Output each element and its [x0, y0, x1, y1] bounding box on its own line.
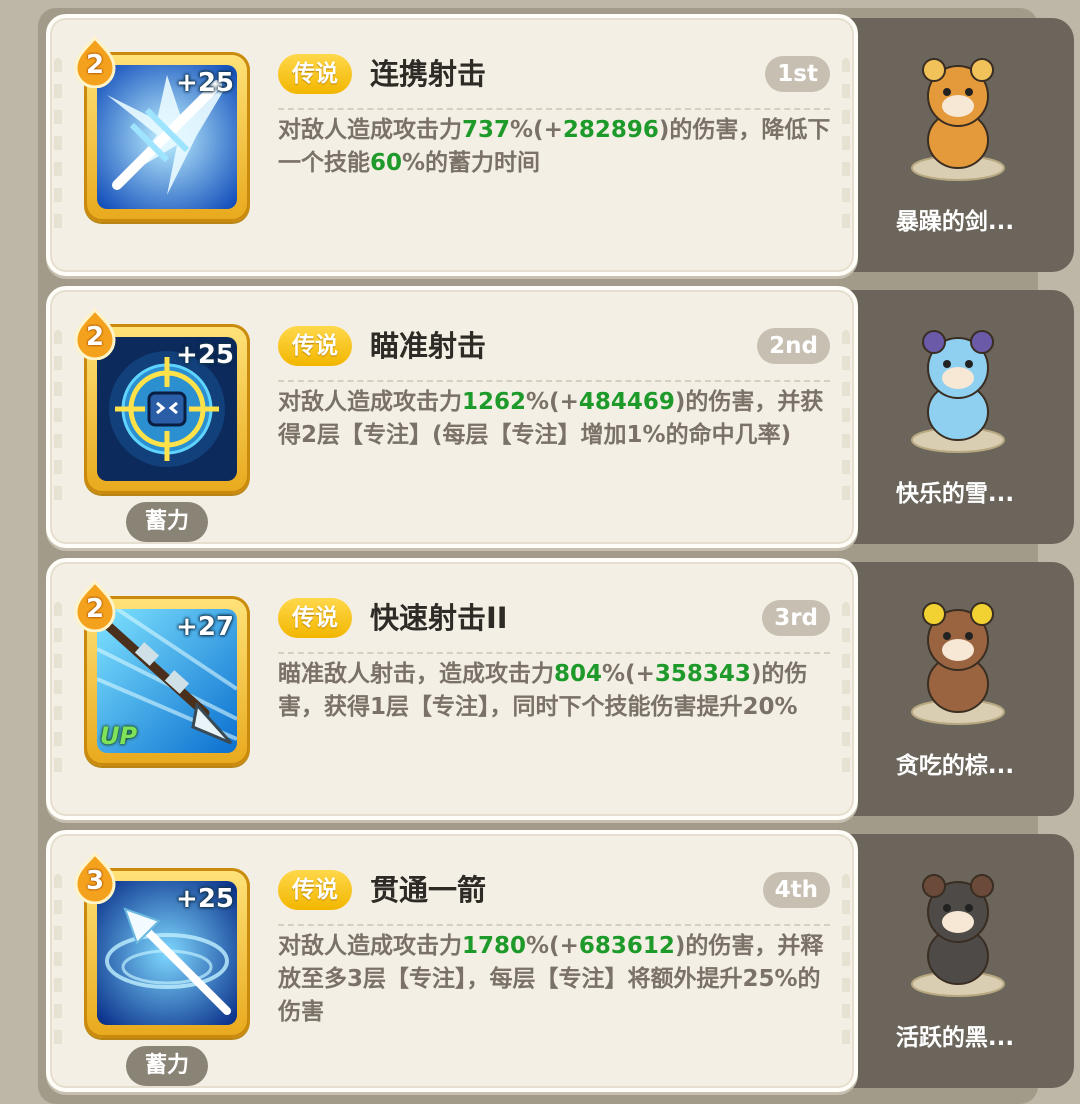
- rank-badge: 1st: [765, 56, 830, 92]
- divider: [278, 652, 830, 654]
- desc-text: %(+: [602, 661, 655, 687]
- bee-bear-pet-icon: [906, 588, 1010, 728]
- rank-badge: 4th: [762, 872, 830, 908]
- desc-text: %(+: [510, 117, 563, 143]
- raccoon-pet-icon: [906, 44, 1010, 184]
- level-badge: 3: [74, 851, 116, 905]
- divider: [278, 108, 830, 110]
- desc-value: 358343: [654, 661, 751, 687]
- enhance-level: +27: [176, 612, 234, 642]
- rarity-badge: 传说: [278, 326, 352, 366]
- snow-bunny-pet-icon: [906, 316, 1010, 456]
- desc-value: 737: [462, 117, 511, 143]
- skill-description: 对敌人造成攻击力1780%(+683612)的伤害，并释放至多3层【专注】，每层…: [278, 930, 838, 1029]
- pet-name: 暴躁的剑...: [895, 209, 1015, 235]
- desc-value: 683612: [578, 933, 675, 959]
- divider: [278, 380, 830, 382]
- skill-card[interactable]: 2 +25 传说 连携射击 1st 对敌人造成攻击力737%(+282896)的…: [46, 14, 858, 276]
- skill-row[interactable]: 快乐的雪... 2 +25 蓄力 传说 瞄准射击 2nd 对敌人造成攻击力126…: [46, 286, 1074, 548]
- skill-icon-frame[interactable]: 2 +25: [74, 35, 250, 222]
- desc-value: 1780: [462, 933, 527, 959]
- desc-text: 对敌人造成攻击力: [278, 117, 462, 143]
- card-border-deco: [842, 874, 850, 1054]
- desc-text: %(+: [526, 933, 579, 959]
- level-number: 3: [85, 866, 105, 896]
- pet-name: 活跃的黑...: [895, 1025, 1015, 1051]
- card-border-deco: [842, 330, 850, 510]
- level-badge: 2: [74, 307, 116, 361]
- up-tag: UP: [100, 722, 138, 750]
- card-border-deco: [54, 602, 62, 782]
- skill-card[interactable]: 3 +25 蓄力 传说 贯通一箭 4th 对敌人造成攻击力1780%(+6836…: [46, 830, 858, 1092]
- rarity-badge: 传说: [278, 870, 352, 910]
- level-badge: 2: [74, 579, 116, 633]
- desc-value: 484469: [578, 389, 675, 415]
- pet-panel[interactable]: 活跃的黑...: [836, 834, 1074, 1088]
- pet-panel[interactable]: 快乐的雪...: [836, 290, 1074, 544]
- pet-name: 贪吃的棕...: [895, 753, 1015, 779]
- pet-panel[interactable]: 贪吃的棕...: [836, 562, 1074, 816]
- card-border-deco: [54, 874, 62, 1054]
- desc-value: 1262: [462, 389, 527, 415]
- enhance-level: +25: [176, 884, 234, 914]
- skill-description: 对敌人造成攻击力737%(+282896)的伤害，降低下一个技能60%的蓄力时间: [278, 114, 838, 180]
- desc-text: 对敌人造成攻击力: [278, 389, 462, 415]
- card-border-deco: [842, 602, 850, 782]
- level-number: 2: [85, 594, 105, 624]
- skill-name: 贯通一箭: [370, 873, 487, 907]
- skill-icon-frame[interactable]: 3 +25: [74, 851, 250, 1038]
- black-pig-pet-icon: [906, 860, 1010, 1000]
- charge-tag: 蓄力: [126, 502, 208, 542]
- skill-row[interactable]: 暴躁的剑... 2 +25 传说 连携射击 1st 对敌人造成攻击力737%(+…: [46, 14, 1074, 276]
- rank-badge: 3rd: [762, 600, 830, 636]
- skill-name: 连携射击: [370, 57, 487, 91]
- skill-row[interactable]: 活跃的黑... 3 +25 蓄力 传说 贯通一箭 4th 对敌人造成攻击力178…: [46, 830, 1074, 1092]
- desc-text: %(+: [526, 389, 579, 415]
- charge-tag: 蓄力: [126, 1046, 208, 1086]
- card-border-deco: [54, 58, 62, 238]
- skill-description: 瞄准敌人射击，造成攻击力804%(+358343)的伤害，获得1层【专注】，同时…: [278, 658, 838, 724]
- desc-value: 804: [554, 661, 603, 687]
- divider: [278, 924, 830, 926]
- card-border-deco: [54, 330, 62, 510]
- skill-row[interactable]: 贪吃的棕... 2 +27 UP 传说 快速射击II 3rd 瞄准敌人射击，造成…: [46, 558, 1074, 820]
- skill-icon-frame[interactable]: 2 +27 UP: [74, 579, 250, 766]
- level-number: 2: [85, 50, 105, 80]
- pet-name: 快乐的雪...: [895, 481, 1015, 507]
- enhance-level: +25: [176, 68, 234, 98]
- skill-icon-frame[interactable]: 2 +25: [74, 307, 250, 494]
- card-border-deco: [842, 58, 850, 238]
- desc-value: 60: [370, 150, 403, 176]
- rank-badge: 2nd: [757, 328, 830, 364]
- skill-card[interactable]: 2 +27 UP 传说 快速射击II 3rd 瞄准敌人射击，造成攻击力804%(…: [46, 558, 858, 820]
- skill-name: 快速射击II: [370, 601, 508, 635]
- rarity-badge: 传说: [278, 54, 352, 94]
- skill-description: 对敌人造成攻击力1262%(+484469)的伤害，并获得2层【专注】(每层【专…: [278, 386, 838, 452]
- pet-panel[interactable]: 暴躁的剑...: [836, 18, 1074, 272]
- level-badge: 2: [74, 35, 116, 89]
- desc-text: 对敌人造成攻击力: [278, 933, 462, 959]
- enhance-level: +25: [176, 340, 234, 370]
- desc-text: %的蓄力时间: [402, 150, 541, 176]
- desc-text: 瞄准敌人射击，造成攻击力: [278, 661, 554, 687]
- skill-card[interactable]: 2 +25 蓄力 传说 瞄准射击 2nd 对敌人造成攻击力1262%(+4844…: [46, 286, 858, 548]
- rarity-badge: 传说: [278, 598, 352, 638]
- level-number: 2: [85, 322, 105, 352]
- desc-value: 282896: [562, 117, 659, 143]
- skill-name: 瞄准射击: [370, 329, 487, 363]
